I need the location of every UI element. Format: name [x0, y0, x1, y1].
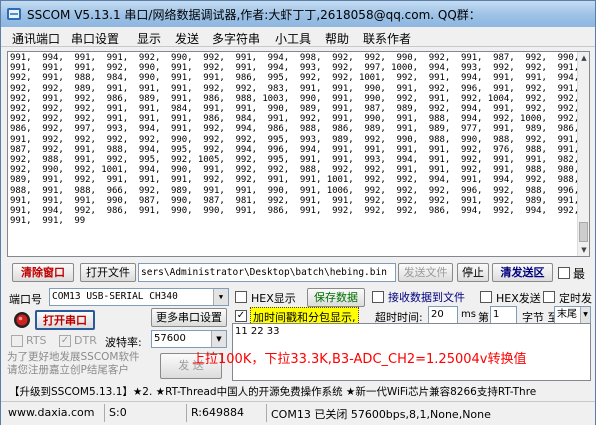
scroll-up-arrow-icon[interactable]: ▲ — [578, 52, 589, 64]
port-select-value: COM13 USB-SERIAL CH340 — [52, 291, 178, 302]
open-port-button[interactable]: 打开串口 — [35, 310, 95, 330]
app-icon — [7, 8, 21, 20]
file-path-input[interactable]: sers\Administrator\Desktop\batch\hebing.… — [138, 263, 396, 282]
hex-send-label: HEX发送 — [496, 292, 541, 305]
save-data-button[interactable]: 保存数据 — [307, 288, 365, 307]
status-port-info: COM13 已关闭 57600bps,8,1,None,None — [271, 408, 491, 421]
hex-display-label: HEX显示 — [251, 292, 296, 305]
send-file-button[interactable]: 发送文件 — [398, 263, 453, 282]
baud-label: 波特率: — [105, 336, 142, 349]
receive-scrollbar[interactable]: ▲ ▼ — [577, 52, 589, 256]
port-select[interactable]: COM13 USB-SERIAL CH340 ▼ — [49, 288, 229, 306]
stop-button[interactable]: 停止 — [457, 263, 489, 282]
timed-send-label: 定时发 — [559, 292, 592, 305]
port-status-led-icon — [14, 312, 30, 328]
status-url[interactable]: www.daxia.com — [8, 406, 95, 419]
menu-contact-author[interactable]: 联系作者 — [363, 30, 411, 47]
chevron-down-icon[interactable]: ▼ — [580, 307, 590, 323]
window-title: SSCOM V5.13.1 串口/网络数据调试器,作者:大虾丁丁,2618058… — [27, 8, 481, 22]
receive-area[interactable]: 991, 994, 991, 991, 992, 990, 992, 991, … — [7, 51, 590, 257]
topmost-checkbox[interactable] — [558, 267, 570, 279]
status-separator — [186, 404, 187, 422]
menu-tools[interactable]: 小工具 — [275, 30, 311, 47]
chevron-down-icon[interactable]: ▼ — [211, 331, 226, 347]
menu-multi-string[interactable]: 多字符串 — [212, 30, 260, 47]
scroll-thumb[interactable] — [579, 222, 588, 242]
rts-label: RTS — [26, 334, 47, 347]
status-received-count: R:649884 — [191, 406, 245, 419]
clear-send-area-button[interactable]: 清发送区 — [492, 263, 553, 282]
hex-display-checkbox[interactable] — [235, 291, 247, 303]
timestamp-checkbox[interactable]: ✓ — [235, 310, 247, 322]
menu-display[interactable]: 显示 — [137, 30, 161, 47]
menu-comm-port[interactable]: 通讯端口 — [12, 30, 60, 47]
scroll-down-arrow-icon[interactable]: ▼ — [578, 244, 589, 256]
adc-annotation: 上拉100K，下拉33.3K,B3-ADC_CH2=1.25004v转换值 — [192, 352, 527, 367]
promo-ticker-text: 【升级到SSCOM5.13.1】★2. ★RT-Thread中国人的开源免费操作… — [9, 386, 537, 398]
recv-to-file-label: 接收数据到文件 — [388, 291, 465, 304]
dtr-checkbox[interactable]: ✓ — [59, 335, 71, 347]
clear-window-button[interactable]: 清除窗口 — [12, 263, 74, 282]
port-label: 端口号 — [9, 293, 42, 306]
status-separator — [266, 404, 267, 422]
timeout-input[interactable]: 20 — [428, 306, 458, 324]
timeout-unit: ms — [461, 309, 476, 320]
chevron-down-icon[interactable]: ▼ — [213, 289, 228, 305]
status-separator — [104, 404, 105, 422]
end-select[interactable]: 末尾 ▼ — [554, 306, 591, 324]
menu-serial-settings[interactable]: 串口设置 — [71, 30, 119, 47]
receive-text: 991, 994, 991, 991, 992, 990, 992, 991, … — [10, 53, 580, 227]
dtr-label: DTR — [74, 334, 97, 347]
menu-help[interactable]: 帮助 — [325, 30, 349, 47]
baud-select[interactable]: 57600 ▼ — [151, 330, 227, 348]
menu-send[interactable]: 发送 — [175, 30, 199, 47]
app-window: SSCOM V5.13.1 串口/网络数据调试器,作者:大虾丁丁,2618058… — [0, 0, 596, 425]
menu-bar: 通讯端口 串口设置 显示 发送 多字符串 小工具 帮助 联系作者 — [1, 27, 595, 47]
title-bar: SSCOM V5.13.1 串口/网络数据调试器,作者:大虾丁丁,2618058… — [1, 1, 595, 27]
send-input-text: 11 22 33 — [235, 326, 280, 337]
open-file-button[interactable]: 打开文件 — [80, 263, 136, 282]
recv-to-file-checkbox[interactable] — [372, 291, 384, 303]
baud-select-value: 57600 — [154, 333, 186, 344]
timed-send-checkbox[interactable] — [543, 291, 555, 303]
promo-text[interactable]: 为了更好地发展SSCOM软件 请您注册嘉立创P结尾客户 — [7, 351, 140, 377]
status-sent-count: S:0 — [109, 406, 127, 419]
nth-byte-input[interactable]: 1 — [490, 306, 517, 324]
more-port-settings-button[interactable]: 更多串口设置 — [151, 308, 227, 327]
hex-send-checkbox[interactable] — [480, 291, 492, 303]
promo-ticker[interactable]: 【升级到SSCOM5.13.1】★2. ★RT-Thread中国人的开源免费操作… — [1, 381, 595, 401]
rts-checkbox[interactable] — [11, 335, 23, 347]
end-select-value: 末尾 — [557, 309, 577, 320]
status-bar: www.daxia.com S:0 R:649884 COM13 已关闭 576… — [1, 401, 595, 425]
topmost-label: 最 — [573, 267, 586, 281]
